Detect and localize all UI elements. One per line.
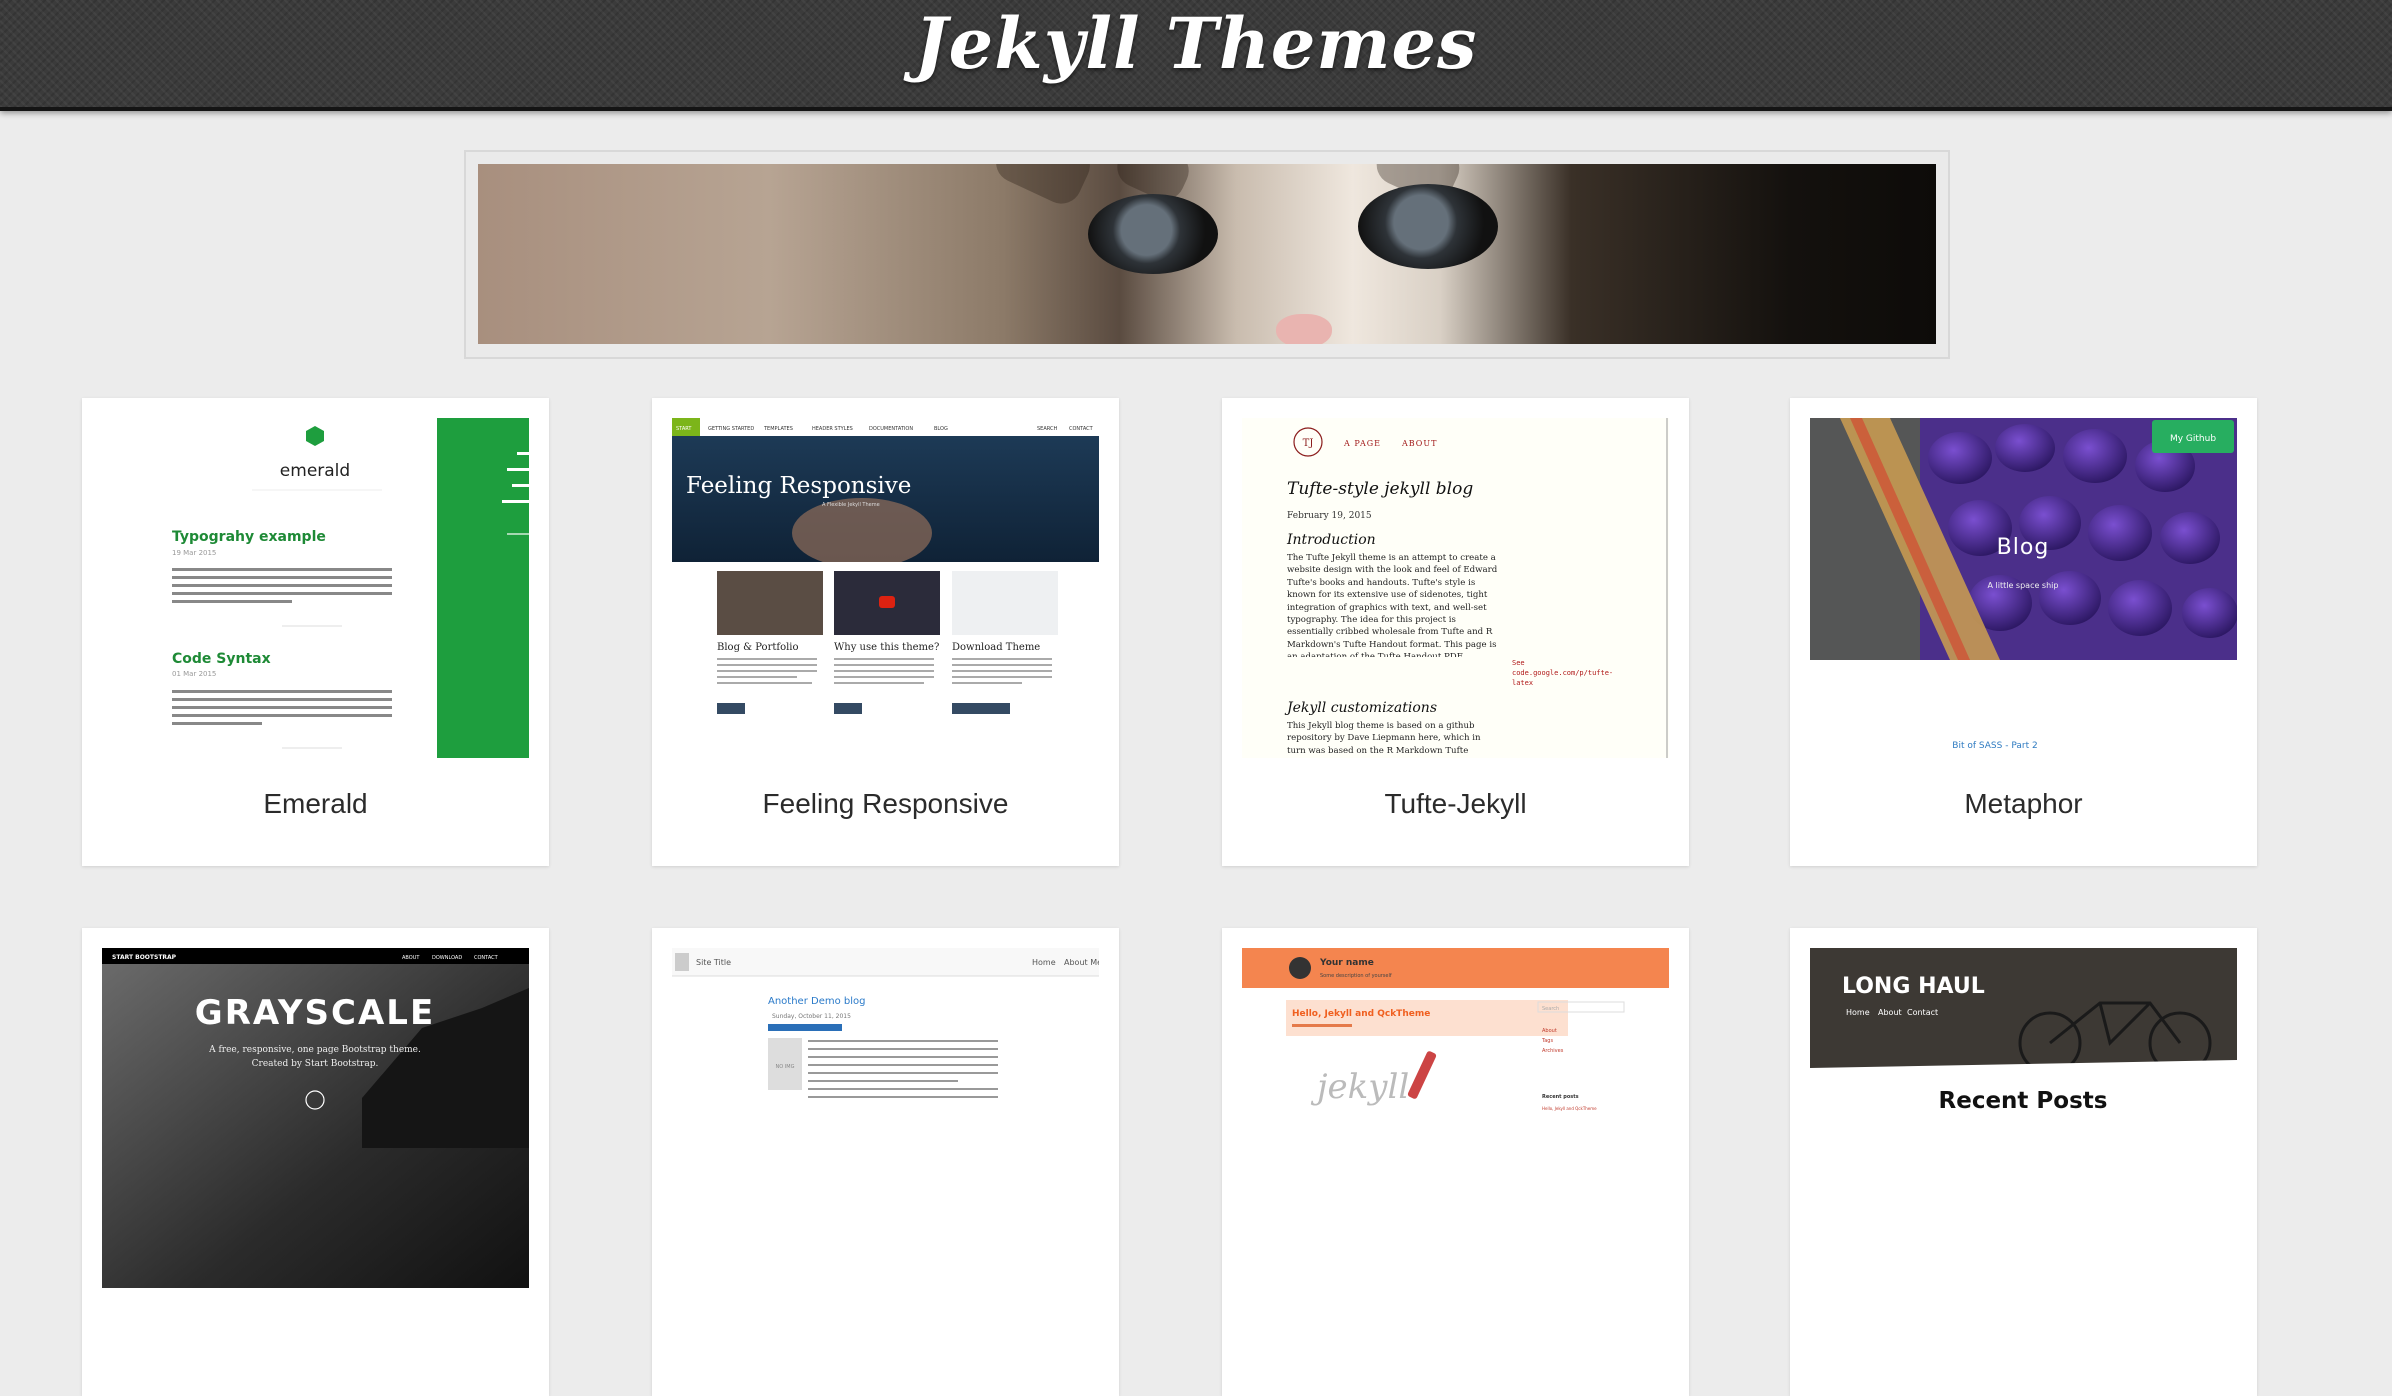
theme-preview-long-haul[interactable]: LONG HAUL Home About Contact Recent Post… bbox=[1810, 948, 2237, 1288]
svg-text:LONG HAUL: LONG HAUL bbox=[1842, 974, 1985, 999]
svg-text:HEADER STYLES: HEADER STYLES bbox=[812, 426, 853, 432]
theme-card-tufte-jekyll[interactable]: TJ A PAGE ABOUT Tufte-style jekyll blog … bbox=[1222, 398, 1689, 866]
svg-text:TEMPLATES: TEMPLATES bbox=[763, 426, 793, 432]
svg-text:A Flexible Jekyll Theme: A Flexible Jekyll Theme bbox=[822, 502, 880, 508]
svg-text:START BOOTSTRAP: START BOOTSTRAP bbox=[112, 954, 177, 961]
theme-preview-emerald[interactable]: emerald Typograhy example 19 Mar 2015 Co… bbox=[102, 418, 529, 758]
theme-card-long-haul[interactable]: LONG HAUL Home About Contact Recent Post… bbox=[1790, 928, 2257, 1396]
svg-text:Blog: Blog bbox=[1997, 535, 2050, 560]
svg-text:Search: Search bbox=[1542, 1006, 1559, 1012]
theme-preview-demo-blog[interactable]: Site Title Home About Me Another Demo bl… bbox=[672, 948, 1099, 1288]
svg-text:START: START bbox=[676, 426, 692, 432]
banner bbox=[464, 150, 1950, 359]
svg-text:Tags: Tags bbox=[1541, 1038, 1553, 1044]
svg-text:Introduction: Introduction bbox=[1286, 532, 1376, 548]
banner-kitten-image bbox=[478, 164, 1936, 344]
svg-text:Hello, Jekyll and QckTheme: Hello, Jekyll and QckTheme bbox=[1292, 1009, 1430, 1019]
theme-name[interactable]: Emerald bbox=[82, 788, 549, 820]
svg-text:GETTING STARTED: GETTING STARTED bbox=[708, 426, 754, 432]
theme-preview-grayscale[interactable]: START BOOTSTRAP ABOUT DOWNLOAD CONTACT G… bbox=[102, 948, 529, 1288]
emerald-post2-date: 01 Mar 2015 bbox=[172, 670, 216, 678]
emerald-post2-title: Code Syntax bbox=[172, 651, 271, 667]
svg-text:DOCUMENTATION: DOCUMENTATION bbox=[869, 426, 913, 432]
svg-text:Hello, Jekyll and QckTheme: Hello, Jekyll and QckTheme bbox=[1542, 1106, 1597, 1111]
svg-text:Jekyll customizations: Jekyll customizations bbox=[1284, 700, 1437, 716]
theme-preview-feeling-responsive[interactable]: START GETTING STARTED TEMPLATES HEADER S… bbox=[672, 418, 1099, 758]
svg-text:Recent posts: Recent posts bbox=[1542, 1094, 1579, 1100]
fr-hero-title: Feeling Responsive bbox=[686, 473, 911, 499]
svg-text:jekyll: jekyll bbox=[1310, 1067, 1409, 1107]
svg-text:Bit of SASS - Part 2: Bit of SASS - Part 2 bbox=[1952, 741, 2037, 751]
svg-text:Some description of yourself: Some description of yourself bbox=[1320, 973, 1392, 979]
theme-card-demo-blog[interactable]: Site Title Home About Me Another Demo bl… bbox=[652, 928, 1119, 1396]
svg-text:Contact: Contact bbox=[1907, 1008, 1938, 1017]
theme-preview-metaphor[interactable]: My Github Blog A little space ship Bit o… bbox=[1810, 418, 2237, 758]
svg-text:February 19, 2015: February 19, 2015 bbox=[1287, 511, 1372, 521]
svg-text:BLOG: BLOG bbox=[934, 426, 948, 432]
svg-text:A free, responsive, one page B: A free, responsive, one page Bootstrap t… bbox=[208, 1045, 421, 1055]
svg-text:NO IMG: NO IMG bbox=[776, 1064, 795, 1070]
theme-card-grayscale[interactable]: START BOOTSTRAP ABOUT DOWNLOAD CONTACT G… bbox=[82, 928, 549, 1396]
svg-text:Created by Start Bootstrap.: Created by Start Bootstrap. bbox=[252, 1059, 379, 1069]
svg-text:SEARCH: SEARCH bbox=[1037, 426, 1057, 432]
svg-text:Another Demo blog: Another Demo blog bbox=[768, 996, 865, 1007]
svg-text:A little space ship: A little space ship bbox=[1988, 581, 2059, 590]
theme-name[interactable]: Tufte-Jekyll bbox=[1222, 788, 1689, 820]
github-button: My Github bbox=[2170, 434, 2216, 444]
svg-text:Archives: Archives bbox=[1542, 1048, 1564, 1054]
svg-text:Your name: Your name bbox=[1319, 958, 1374, 968]
svg-text:About: About bbox=[1542, 1028, 1557, 1034]
svg-text:GRAYSCALE: GRAYSCALE bbox=[195, 993, 435, 1033]
svg-text:ABOUT: ABOUT bbox=[1401, 439, 1437, 448]
emerald-post1-title: Typograhy example bbox=[172, 529, 326, 545]
svg-text:Recent Posts: Recent Posts bbox=[1939, 1088, 2108, 1114]
svg-text:Home: Home bbox=[1846, 1008, 1870, 1017]
tufte-title: Tufte-style jekyll blog bbox=[1287, 479, 1473, 499]
svg-text:DOWNLOAD: DOWNLOAD bbox=[432, 955, 462, 961]
svg-text:About: About bbox=[1878, 1008, 1902, 1017]
svg-text:CONTACT: CONTACT bbox=[1069, 426, 1094, 432]
emerald-post1-date: 19 Mar 2015 bbox=[172, 549, 216, 557]
avatar bbox=[1289, 957, 1311, 979]
svg-text:CONTACT: CONTACT bbox=[474, 955, 499, 961]
svg-text:About Me: About Me bbox=[1064, 958, 1099, 967]
theme-name[interactable]: Feeling Responsive bbox=[652, 788, 1119, 820]
svg-text:Sunday, October 11, 2015: Sunday, October 11, 2015 bbox=[772, 1013, 851, 1020]
theme-card-emerald[interactable]: emerald Typograhy example 19 Mar 2015 Co… bbox=[82, 398, 549, 866]
emerald-logo-text: emerald bbox=[280, 461, 350, 481]
theme-name[interactable]: Metaphor bbox=[1790, 788, 2257, 820]
theme-card-feeling-responsive[interactable]: START GETTING STARTED TEMPLATES HEADER S… bbox=[652, 398, 1119, 866]
svg-text:Home: Home bbox=[1032, 958, 1056, 967]
svg-text:Why use this theme?: Why use this theme? bbox=[834, 642, 939, 653]
theme-card-metaphor[interactable]: My Github Blog A little space ship Bit o… bbox=[1790, 398, 2257, 866]
svg-text:Site Title: Site Title bbox=[696, 958, 731, 967]
svg-text:Blog & Portfolio: Blog & Portfolio bbox=[717, 642, 799, 653]
svg-text:Download Theme: Download Theme bbox=[952, 642, 1040, 653]
theme-preview-tufte-jekyll[interactable]: TJ A PAGE ABOUT Tufte-style jekyll blog … bbox=[1242, 418, 1669, 758]
play-icon bbox=[879, 596, 895, 608]
site-title[interactable]: Jekyll Themes bbox=[0, 2, 2392, 85]
svg-text:ABOUT: ABOUT bbox=[402, 955, 420, 961]
theme-card-qcktheme[interactable]: Your name Some description of yourself H… bbox=[1222, 928, 1689, 1396]
svg-text:A PAGE: A PAGE bbox=[1343, 439, 1381, 448]
site-header: Jekyll Themes bbox=[0, 0, 2392, 111]
svg-text:TJ: TJ bbox=[1303, 438, 1314, 449]
theme-preview-qcktheme[interactable]: Your name Some description of yourself H… bbox=[1242, 948, 1669, 1288]
